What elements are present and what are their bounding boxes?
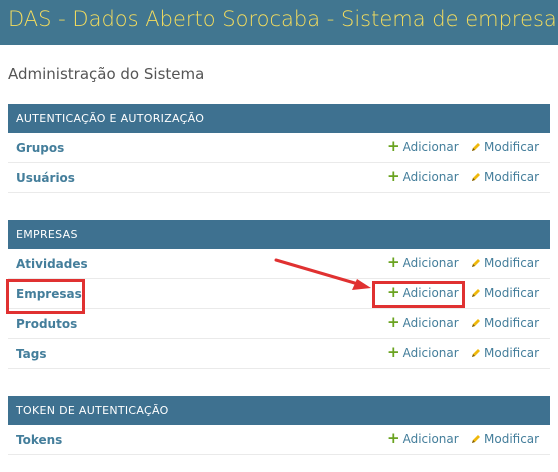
- arrow-icon: [274, 258, 371, 290]
